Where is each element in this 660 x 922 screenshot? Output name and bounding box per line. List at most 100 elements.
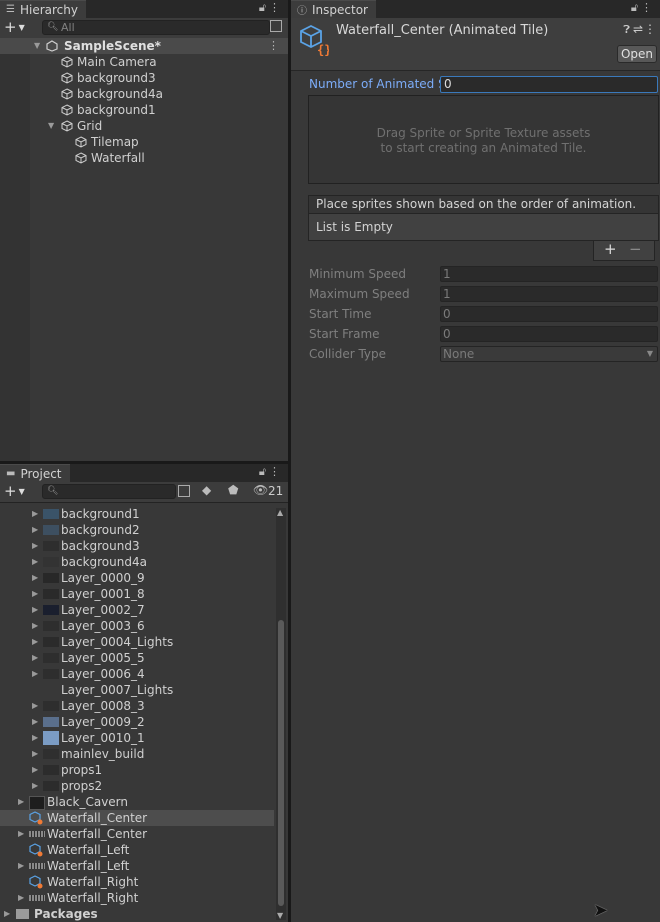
- hierarchy-item[interactable]: Waterfall: [0, 150, 288, 166]
- project-scrollbar[interactable]: ▲ ▼: [276, 508, 286, 920]
- project-item[interactable]: ▶ Packages: [0, 906, 274, 922]
- project-tab[interactable]: ▬ Project: [0, 464, 70, 482]
- lock-icon[interactable]: 🔓︎: [259, 1, 266, 15]
- preset-icon[interactable]: ⇌: [633, 22, 643, 36]
- expand-arrow-icon[interactable]: ▶: [4, 906, 10, 922]
- inspector-header: {} Waterfall_Center (Animated Tile) ❓︎ ⇌…: [291, 18, 660, 71]
- project-item[interactable]: Waterfall_Left: [0, 842, 274, 858]
- expand-arrow-icon[interactable]: ▶: [18, 826, 24, 842]
- max-speed-field[interactable]: 1: [440, 286, 658, 302]
- project-item-label: background2: [61, 523, 140, 537]
- kebab-menu-icon[interactable]: ⋮: [269, 465, 280, 478]
- hierarchy-item[interactable]: background3: [0, 70, 288, 86]
- collider-type-dropdown[interactable]: None ▼: [440, 346, 658, 362]
- project-item-label: background1: [61, 507, 140, 521]
- expand-arrow-icon[interactable]: ▶: [18, 890, 24, 906]
- scene-picker-icon[interactable]: [270, 20, 282, 32]
- expand-arrow-icon[interactable]: ▶: [32, 538, 38, 554]
- hierarchy-item[interactable]: background4a: [0, 86, 288, 102]
- scroll-up-icon[interactable]: ▲: [277, 508, 283, 517]
- project-item[interactable]: Waterfall_Right: [0, 874, 274, 890]
- hierarchy-tab[interactable]: ☰ Hierarchy: [0, 0, 86, 18]
- scroll-down-icon[interactable]: ▼: [277, 911, 283, 920]
- expand-arrow-icon[interactable]: ▶: [32, 762, 38, 778]
- filter-by-label-icon[interactable]: ⬟: [228, 483, 238, 497]
- search-by-type-icon[interactable]: [178, 485, 190, 497]
- scene-kebab-icon[interactable]: ⋮: [268, 38, 279, 54]
- expand-arrow-icon[interactable]: ▶: [32, 698, 38, 714]
- expand-arrow-icon[interactable]: ▶: [32, 778, 38, 794]
- project-item[interactable]: ▶ Waterfall_Left: [0, 858, 274, 874]
- project-item[interactable]: ▶ Layer_0002_7: [0, 602, 274, 618]
- lock-icon[interactable]: 🔓︎: [259, 465, 266, 479]
- scene-row[interactable]: ▼ SampleScene* ⋮: [0, 38, 288, 54]
- project-item[interactable]: ▶ Layer_0000_9: [0, 570, 274, 586]
- sprite-drop-area[interactable]: Drag Sprite or Sprite Texture assets to …: [308, 95, 659, 184]
- animated-tile-icon: [29, 875, 43, 889]
- project-item[interactable]: ▶ background1: [0, 506, 274, 522]
- min-speed-field[interactable]: 1: [440, 266, 658, 282]
- remove-element-button[interactable]: −: [629, 240, 642, 258]
- start-frame-field[interactable]: 0: [440, 326, 658, 342]
- expand-arrow-icon[interactable]: ▶: [32, 730, 38, 746]
- expand-arrow-icon[interactable]: ▶: [32, 714, 38, 730]
- hierarchy-item[interactable]: Main Camera: [0, 54, 288, 70]
- help-icon[interactable]: ❓︎: [623, 23, 630, 37]
- project-item[interactable]: ▶ Waterfall_Center: [0, 826, 274, 842]
- sprite-thumbnail-icon: [43, 717, 59, 727]
- hierarchy-item[interactable]: background1: [0, 102, 288, 118]
- project-item[interactable]: ▶ background4a: [0, 554, 274, 570]
- project-item[interactable]: ▶ Layer_0009_2: [0, 714, 274, 730]
- kebab-menu-icon[interactable]: ⋮: [641, 1, 652, 14]
- hierarchy-item[interactable]: ▼ Grid: [0, 118, 288, 134]
- project-item[interactable]: ▶ Black_Cavern: [0, 794, 274, 810]
- project-item[interactable]: ▶ Waterfall_Right: [0, 890, 274, 906]
- expand-arrow-icon[interactable]: ▼: [34, 38, 40, 54]
- expand-arrow-icon[interactable]: ▶: [32, 506, 38, 522]
- expand-arrow-icon[interactable]: ▶: [32, 602, 38, 618]
- project-item[interactable]: ▶ Layer_0005_5: [0, 650, 274, 666]
- inspector-tab[interactable]: ⓘ Inspector: [291, 0, 376, 18]
- project-item[interactable]: ▶ mainlev_build: [0, 746, 274, 762]
- project-item[interactable]: ▶ Layer_0008_3: [0, 698, 274, 714]
- expand-arrow-icon[interactable]: ▶: [32, 586, 38, 602]
- project-item[interactable]: ▶ props2: [0, 778, 274, 794]
- project-item[interactable]: ▶ Layer_0001_8: [0, 586, 274, 602]
- project-search-input[interactable]: 🔍︎: [42, 484, 176, 499]
- expand-arrow-icon[interactable]: ▶: [32, 554, 38, 570]
- hierarchy-item[interactable]: Tilemap: [0, 134, 288, 150]
- scroll-thumb[interactable]: [278, 620, 284, 906]
- expand-arrow-icon[interactable]: ▼: [48, 118, 54, 134]
- project-item[interactable]: ▶ background3: [0, 538, 274, 554]
- expand-arrow-icon[interactable]: ▶: [32, 746, 38, 762]
- project-item[interactable]: ▶ Layer_0006_4: [0, 666, 274, 682]
- create-asset-button[interactable]: + ▼: [4, 484, 25, 501]
- project-item[interactable]: ▶ background2: [0, 522, 274, 538]
- filter-by-type-icon[interactable]: ◆: [202, 483, 211, 497]
- expand-arrow-icon[interactable]: ▶: [32, 650, 38, 666]
- project-item[interactable]: ▶ Layer_0003_6: [0, 618, 274, 634]
- kebab-menu-icon[interactable]: ⋮: [269, 1, 280, 14]
- open-button[interactable]: Open: [617, 45, 657, 63]
- create-button[interactable]: + ▼: [4, 20, 25, 37]
- component-menu-icon[interactable]: ⋮: [644, 22, 656, 36]
- expand-arrow-icon[interactable]: ▶: [18, 858, 24, 874]
- lock-icon[interactable]: 🔓︎: [631, 1, 638, 15]
- expand-arrow-icon[interactable]: ▶: [32, 618, 38, 634]
- expand-arrow-icon[interactable]: ▶: [32, 666, 38, 682]
- expand-arrow-icon[interactable]: ▶: [32, 570, 38, 586]
- start-time-field[interactable]: 0: [440, 306, 658, 322]
- num-sprites-field[interactable]: 0: [440, 76, 658, 93]
- expand-arrow-icon[interactable]: ▶: [32, 522, 38, 538]
- sprite-thumbnail-icon: [43, 589, 59, 599]
- hidden-packages-icon[interactable]: 👁︎: [253, 483, 268, 497]
- hierarchy-search-input[interactable]: 🔍︎ All: [42, 20, 270, 35]
- expand-arrow-icon[interactable]: ▶: [32, 634, 38, 650]
- project-item[interactable]: ▶ Layer_0004_Lights: [0, 634, 274, 650]
- project-item[interactable]: Waterfall_Center: [0, 810, 274, 826]
- expand-arrow-icon[interactable]: ▶: [18, 794, 24, 810]
- add-element-button[interactable]: +: [604, 240, 617, 258]
- project-item[interactable]: ▶ props1: [0, 762, 274, 778]
- project-item[interactable]: Layer_0007_Lights: [0, 682, 274, 698]
- project-item[interactable]: ▶ Layer_0010_1: [0, 730, 274, 746]
